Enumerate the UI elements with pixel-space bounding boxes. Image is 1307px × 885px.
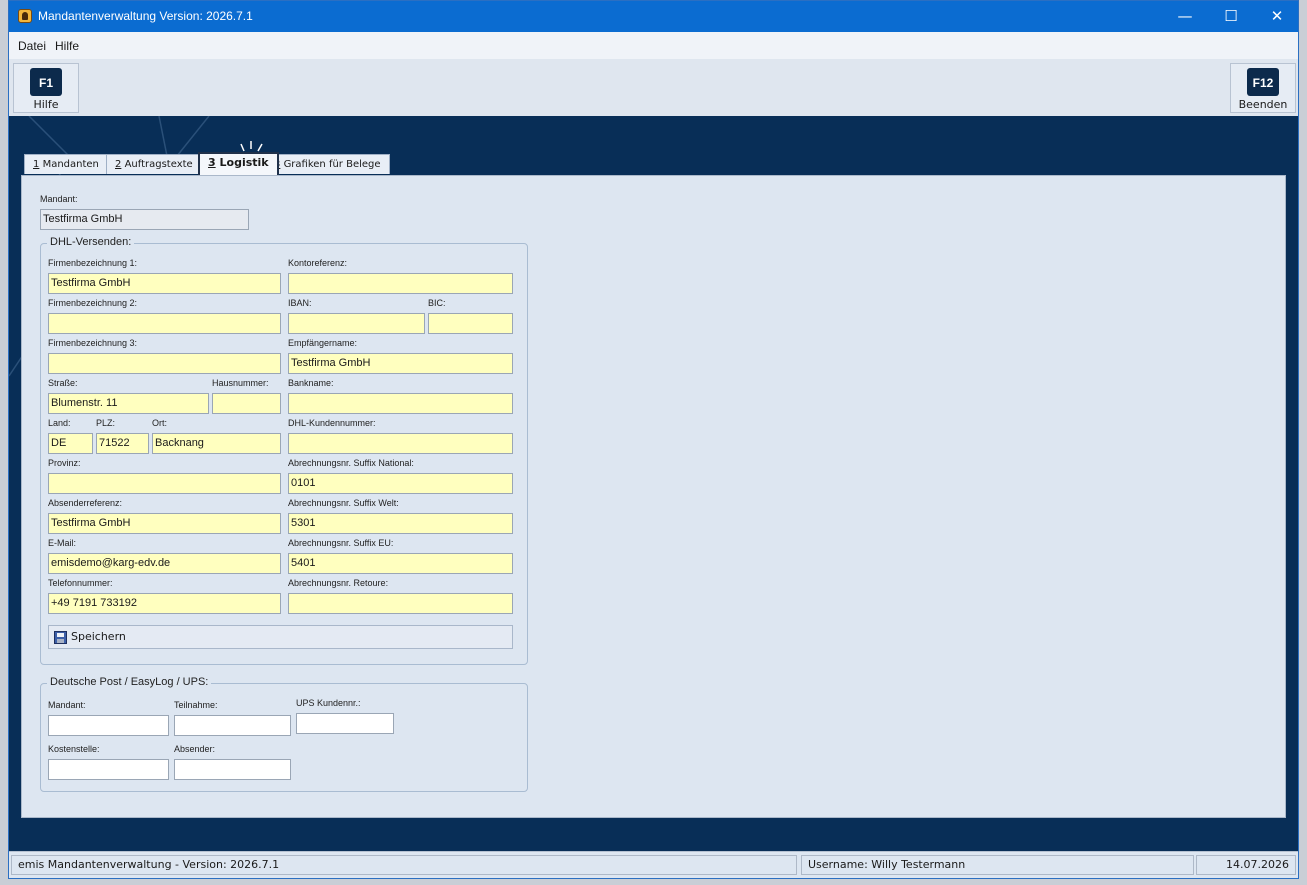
plz-label: PLZ: — [96, 418, 116, 428]
telefon-label: Telefonnummer: — [48, 578, 113, 588]
suffix-national-label: Abrechnungsnr. Suffix National: — [288, 458, 414, 468]
telefon-field[interactable]: +49 7191 733192 — [48, 593, 281, 614]
provinz-label: Provinz: — [48, 458, 81, 468]
empfaenger-label: Empfängername: — [288, 338, 358, 348]
help-button[interactable]: F1 Hilfe — [13, 63, 79, 113]
bankname-field[interactable] — [288, 393, 513, 414]
teilnahme-field[interactable] — [174, 715, 291, 736]
firma2-field[interactable] — [48, 313, 281, 334]
window-title: Mandantenverwaltung Version: 2026.7.1 — [38, 9, 253, 23]
title-bar[interactable]: Mandantenverwaltung Version: 2026.7.1 — … — [9, 1, 1298, 32]
quit-label: Beenden — [1238, 98, 1288, 111]
status-date: 14.07.2026 — [1196, 855, 1296, 875]
email-label: E-Mail: — [48, 538, 77, 548]
tab-mandanten-num: 1 — [33, 159, 40, 170]
kostenstelle-label: Kostenstelle: — [48, 744, 100, 754]
retoure-field[interactable] — [288, 593, 513, 614]
ups-field[interactable] — [296, 713, 394, 734]
ups-label: UPS Kundennr.: — [296, 698, 361, 708]
ort-label: Ort: — [152, 418, 167, 428]
email-field[interactable]: emisdemo@karg-edv.de — [48, 553, 281, 574]
absender-label: Absender: — [174, 744, 216, 754]
iban-label: IBAN: — [288, 298, 312, 308]
suffix-eu-label: Abrechnungsnr. Suffix EU: — [288, 538, 394, 548]
absenderreferenz-field[interactable]: Testfirma GmbH — [48, 513, 281, 534]
suffix-eu-field[interactable]: 5401 — [288, 553, 513, 574]
firma2-label: Firmenbezeichnung 2: — [48, 298, 138, 308]
iban-field[interactable] — [288, 313, 425, 334]
menu-bar: Datei Hilfe — [9, 32, 1298, 60]
toolbar: F1 Hilfe F12 Beenden — [9, 59, 1298, 116]
post-mandant-field[interactable] — [48, 715, 169, 736]
hausnummer-field[interactable] — [212, 393, 281, 414]
tab-logistik[interactable]: 3 Logistik — [198, 152, 279, 175]
absenderreferenz-label: Absenderreferenz: — [48, 498, 123, 508]
plz-field[interactable]: 71522 — [96, 433, 149, 454]
kontoreferenz-field[interactable] — [288, 273, 513, 294]
menu-hilfe[interactable]: Hilfe — [55, 39, 79, 53]
minimize-button[interactable]: — — [1162, 1, 1208, 32]
firma3-label: Firmenbezeichnung 3: — [48, 338, 138, 348]
post-legend: Deutsche Post / EasyLog / UPS: — [47, 676, 212, 688]
f1-key-icon: F1 — [30, 68, 62, 96]
bic-label: BIC: — [428, 298, 446, 308]
kundennr-label: DHL-Kundennummer: — [288, 418, 376, 428]
tab-mandanten[interactable]: 1 Mandanten — [24, 154, 108, 174]
suffix-welt-field[interactable]: 5301 — [288, 513, 513, 534]
teilnahme-label: Teilnahme: — [174, 700, 218, 710]
maximize-button[interactable]: ☐ — [1208, 1, 1254, 32]
land-label: Land: — [48, 418, 71, 428]
tab-grafiken[interactable]: 3 Grafiken für Belege — [265, 154, 390, 174]
kontoreferenz-label: Kontoreferenz: — [288, 258, 348, 268]
suffix-national-field[interactable]: 0101 — [288, 473, 513, 494]
provinz-field[interactable] — [48, 473, 281, 494]
mandant-label: Mandant: — [40, 194, 78, 204]
status-bar: emis Mandantenverwaltung - Version: 2026… — [9, 851, 1298, 878]
floppy-disk-icon — [54, 631, 67, 644]
bic-field[interactable] — [428, 313, 513, 334]
close-button[interactable]: ✕ — [1254, 1, 1298, 32]
menu-datei[interactable]: Datei — [18, 39, 46, 53]
tab-auftragstexte-label: Auftragstexte — [124, 159, 193, 170]
app-icon — [18, 9, 32, 23]
empfaenger-field[interactable]: Testfirma GmbH — [288, 353, 513, 374]
f12-key-icon: F12 — [1247, 68, 1279, 96]
suffix-welt-label: Abrechnungsnr. Suffix Welt: — [288, 498, 399, 508]
retoure-label: Abrechnungsnr. Retoure: — [288, 578, 389, 588]
kostenstelle-field[interactable] — [48, 759, 169, 780]
firma3-field[interactable] — [48, 353, 281, 374]
help-label: Hilfe — [33, 98, 59, 111]
post-group: Deutsche Post / EasyLog / UPS: Mandant: … — [40, 676, 528, 792]
tab-logistik-num: 3 — [208, 156, 216, 169]
strasse-label: Straße: — [48, 378, 78, 388]
absender-field[interactable] — [174, 759, 291, 780]
firma1-field[interactable]: Testfirma GmbH — [48, 273, 281, 294]
tab-grafiken-label: Grafiken für Belege — [283, 159, 381, 170]
kundennr-field[interactable] — [288, 433, 513, 454]
mandant-field[interactable]: Testfirma GmbH — [40, 209, 249, 230]
land-field[interactable]: DE — [48, 433, 93, 454]
work-area: 1 Mandanten 2 Auftragstexte 3 Logistik 3… — [9, 116, 1298, 851]
dhl-legend: DHL-Versenden: — [47, 236, 135, 248]
status-user: Username: Willy Testermann — [801, 855, 1194, 875]
status-app: emis Mandantenverwaltung - Version: 2026… — [11, 855, 797, 875]
logistik-panel: Mandant: Testfirma GmbH DHL-Versenden: F… — [21, 175, 1286, 818]
hausnummer-label: Hausnummer: — [212, 378, 269, 388]
tab-auftragstexte[interactable]: 2 Auftragstexte — [106, 154, 202, 174]
bankname-label: Bankname: — [288, 378, 334, 388]
tab-logistik-label: Logistik — [219, 156, 269, 169]
save-label: Speichern — [71, 630, 126, 643]
strasse-field[interactable]: Blumenstr. 11 — [48, 393, 209, 414]
quit-button[interactable]: F12 Beenden — [1230, 63, 1296, 113]
dhl-group: DHL-Versenden: Firmenbezeichnung 1: Test… — [40, 236, 528, 665]
post-mandant-label: Mandant: — [48, 700, 86, 710]
ort-field[interactable]: Backnang — [152, 433, 281, 454]
app-window: Mandantenverwaltung Version: 2026.7.1 — … — [8, 0, 1299, 879]
firma1-label: Firmenbezeichnung 1: — [48, 258, 138, 268]
tab-mandanten-label: Mandanten — [42, 159, 99, 170]
tab-auftragstexte-num: 2 — [115, 159, 122, 170]
save-button[interactable]: Speichern — [48, 625, 513, 649]
